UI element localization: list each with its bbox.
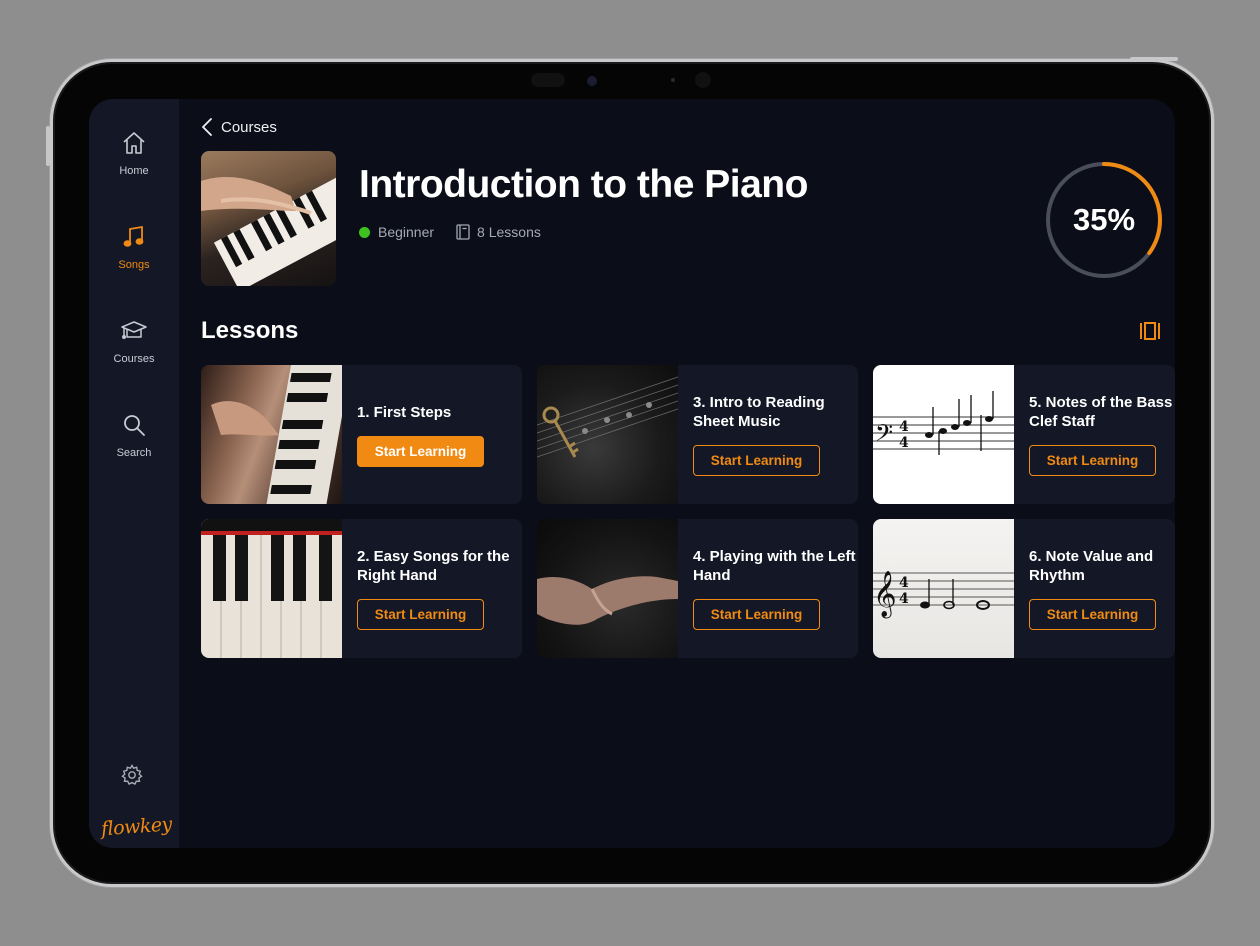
svg-text:4: 4	[899, 575, 909, 591]
lesson-title: 1. First Steps	[357, 403, 452, 421]
gear-icon[interactable]	[120, 763, 144, 787]
level-indicator-dot	[359, 226, 370, 238]
grid-view-toggle-icon[interactable]	[1139, 321, 1161, 341]
main-content: Courses Introduction to the Piano Beginn…	[179, 99, 1175, 848]
lesson-thumbnail	[537, 365, 678, 504]
progress-ring: 35%	[1045, 161, 1163, 279]
sidebar-item-label: Songs	[118, 259, 150, 271]
svg-text:𝄢: 𝄢	[875, 419, 893, 452]
lesson-thumbnail	[201, 519, 342, 658]
music-note-icon	[123, 225, 144, 247]
lesson-title: 2. Easy Songs for the Right Hand	[357, 548, 510, 584]
lesson-thumbnail	[537, 519, 678, 658]
lesson-card-body: 5. Notes of the Bass Clef Staff Start Le…	[1029, 365, 1175, 504]
lesson-thumbnail: 𝄢 4 4	[873, 365, 1014, 504]
page-title: Introduction to the Piano	[359, 163, 808, 206]
sidebar-item-label: Courses	[113, 353, 155, 365]
lesson-card-body: 4. Playing with the Left Hand Start Lear…	[693, 519, 858, 658]
progress-value: 35%	[1072, 202, 1136, 237]
sidebar: Home Songs Courses Search flowkey	[89, 99, 179, 848]
lesson-card[interactable]: 𝄞 4 4 6. Note Value and Rhythm Start Lea…	[873, 519, 1175, 658]
sidebar-item-label: Home	[119, 165, 149, 177]
sidebar-item-label: Search	[116, 447, 152, 459]
lesson-card[interactable]: 1. First Steps Start Learning	[201, 365, 522, 504]
lesson-title: 4. Playing with the Left Hand	[693, 548, 856, 584]
start-learning-button[interactable]: Start Learning	[693, 599, 820, 630]
volume-button	[46, 126, 50, 166]
lesson-card[interactable]: 3. Intro to Reading Sheet Music Start Le…	[537, 365, 858, 504]
level-label: Beginner	[378, 224, 435, 240]
home-icon	[123, 132, 145, 154]
start-learning-button[interactable]: Start Learning	[693, 445, 820, 476]
search-icon	[124, 415, 145, 436]
svg-text:4: 4	[899, 419, 909, 435]
power-button	[1130, 57, 1178, 61]
lesson-card-body: 1. First Steps Start Learning	[357, 365, 522, 504]
course-meta: Beginner 8 Lessons	[359, 224, 541, 240]
start-learning-button[interactable]: Start Learning	[357, 435, 484, 467]
book-icon	[456, 224, 470, 240]
lesson-thumbnail	[201, 365, 342, 504]
start-learning-button[interactable]: Start Learning	[1029, 599, 1156, 630]
svg-text:𝄞: 𝄞	[873, 571, 897, 619]
camera-bar	[531, 71, 731, 91]
sidebar-item-courses[interactable]: Courses	[89, 317, 179, 387]
back-label: Courses	[221, 118, 277, 136]
lesson-thumbnail: 𝄞 4 4	[873, 519, 1014, 658]
lesson-card[interactable]: 2. Easy Songs for the Right Hand Start L…	[201, 519, 522, 658]
chevron-left-icon	[202, 118, 212, 136]
lesson-title: 6. Note Value and Rhythm	[1029, 548, 1154, 584]
back-link[interactable]: Courses	[201, 117, 277, 137]
lesson-card-body: 2. Easy Songs for the Right Hand Start L…	[357, 519, 522, 658]
flowkey-logo: flowkey	[100, 813, 173, 841]
sidebar-item-home[interactable]: Home	[89, 129, 179, 199]
sidebar-item-search[interactable]: Search	[89, 411, 179, 481]
lesson-title: 5. Notes of the Bass Clef Staff	[1029, 394, 1173, 430]
lesson-card[interactable]: 𝄢 4 4 5. Notes of the Bass Clef Staff St…	[873, 365, 1175, 504]
sidebar-item-songs[interactable]: Songs	[89, 223, 179, 293]
svg-text:4: 4	[899, 435, 909, 451]
lesson-card-body: 6. Note Value and Rhythm Start Learning	[1029, 519, 1175, 658]
start-learning-button[interactable]: Start Learning	[1029, 445, 1156, 476]
course-cover-image	[201, 151, 336, 286]
app-screen: Home Songs Courses Search flowkey Course…	[89, 99, 1175, 848]
lessons-count: 8 Lessons	[477, 224, 541, 240]
graduation-cap-icon	[121, 321, 147, 339]
lesson-card[interactable]: 4. Playing with the Left Hand Start Lear…	[537, 519, 858, 658]
lessons-heading: Lessons	[201, 317, 299, 344]
lesson-card-body: 3. Intro to Reading Sheet Music Start Le…	[693, 365, 858, 504]
lesson-title: 3. Intro to Reading Sheet Music	[693, 394, 825, 430]
svg-text:4: 4	[899, 591, 909, 607]
start-learning-button[interactable]: Start Learning	[357, 599, 484, 630]
